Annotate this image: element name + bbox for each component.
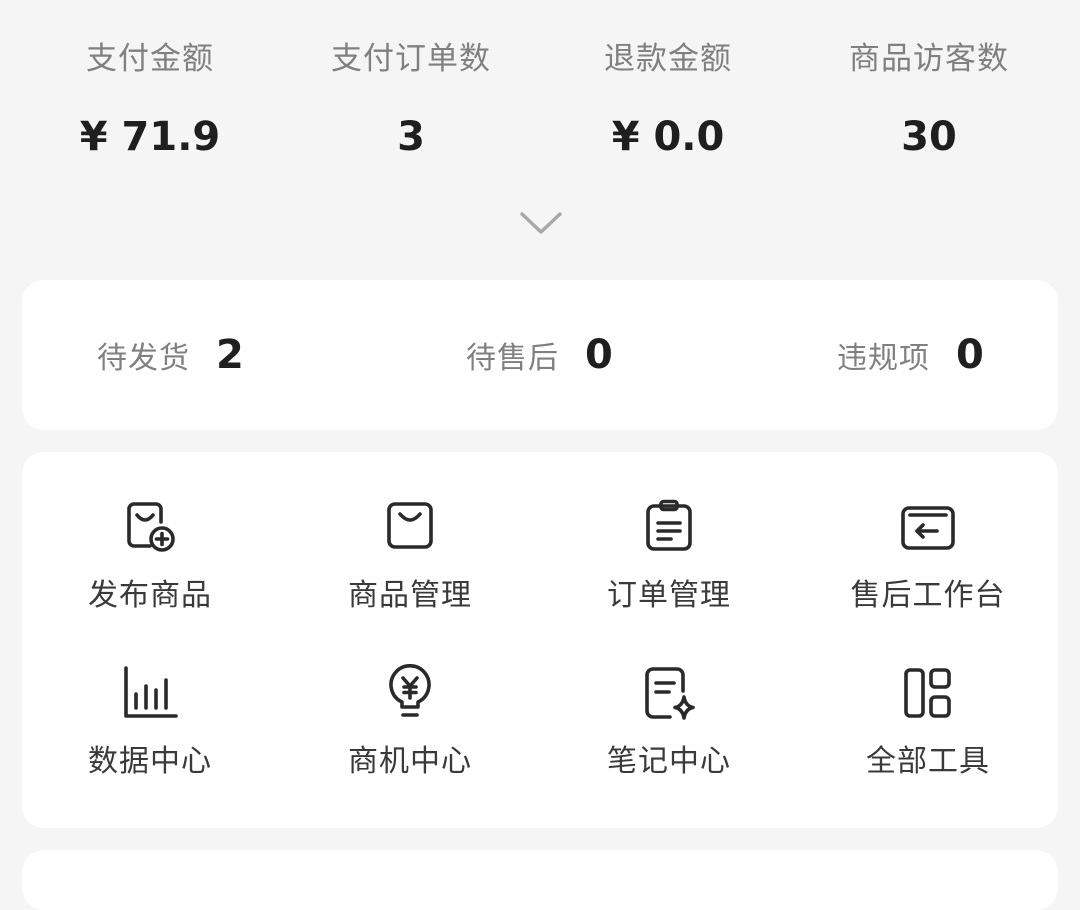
stat-value: 3: [397, 114, 425, 160]
todo-label: 待售后: [466, 341, 559, 376]
tool-notes-center[interactable]: 笔记中心: [549, 664, 789, 782]
stat-label: 支付订单数: [331, 41, 491, 77]
stat-refund-amount[interactable]: 退款金额 ¥ 0.0: [538, 38, 798, 160]
tool-label: 商品管理: [348, 578, 472, 613]
todo-count: 2: [216, 332, 244, 378]
stats-summary: 支付金额 ¥ 71.9 支付订单数 3 退款金额 ¥ 0.0 商品访客数 30: [0, 0, 1080, 270]
bar-chart-icon: [124, 666, 178, 718]
tool-data-center[interactable]: 数据中心: [30, 664, 270, 782]
tool-label: 商机中心: [348, 744, 472, 779]
todo-pending-shipment[interactable]: 待发货 2: [97, 280, 244, 430]
next-card: [22, 850, 1058, 910]
tool-label: 笔记中心: [607, 744, 731, 779]
tool-label: 全部工具: [866, 744, 990, 779]
tool-label: 数据中心: [88, 744, 212, 779]
stat-label: 退款金额: [604, 41, 732, 77]
todo-card: 待发货 2 待售后 0 违规项 0: [22, 280, 1058, 430]
grid-icon: [904, 668, 951, 718]
todo-count: 0: [956, 332, 984, 378]
todo-label: 待发货: [97, 341, 190, 376]
todo-violations[interactable]: 违规项 0: [837, 280, 984, 430]
stat-label: 支付金额: [86, 41, 214, 77]
tool-order-management[interactable]: 订单管理: [549, 498, 789, 616]
tool-label: 订单管理: [607, 578, 731, 613]
stat-product-visitors[interactable]: 商品访客数 30: [799, 38, 1059, 160]
todo-pending-after-sales[interactable]: 待售后 0: [466, 280, 613, 430]
todo-count: 0: [585, 332, 613, 378]
shopping-bag-icon: [387, 502, 433, 549]
return-box-icon: [901, 506, 955, 550]
tool-all-tools[interactable]: 全部工具: [808, 664, 1048, 782]
tool-label: 发布商品: [88, 578, 212, 613]
tools-card: 发布商品 商品管理 订单管理 售后工作台 数据中心 商机中心 笔记中心 全部工具: [22, 452, 1058, 828]
stat-order-count[interactable]: 支付订单数 3: [281, 38, 541, 160]
tool-product-management[interactable]: 商品管理: [290, 498, 530, 616]
yuan-bulb-icon: [389, 664, 431, 717]
note-sparkle-icon: [645, 667, 695, 720]
stat-value: 30: [901, 114, 957, 160]
chevron-down-icon[interactable]: [519, 210, 563, 236]
bag-plus-icon: [127, 502, 175, 552]
stat-value: ¥ 71.9: [79, 114, 221, 160]
stat-payment-amount[interactable]: 支付金额 ¥ 71.9: [20, 38, 280, 160]
tool-publish-product[interactable]: 发布商品: [30, 498, 270, 616]
stat-value: ¥ 0.0: [611, 114, 725, 160]
tool-business-opportunity-center[interactable]: 商机中心: [290, 664, 530, 782]
tool-label: 售后工作台: [850, 578, 1006, 613]
clipboard-icon: [646, 499, 692, 551]
stat-label: 商品访客数: [849, 41, 1009, 77]
todo-label: 违规项: [837, 341, 930, 376]
tool-after-sales-workbench[interactable]: 售后工作台: [808, 498, 1048, 616]
